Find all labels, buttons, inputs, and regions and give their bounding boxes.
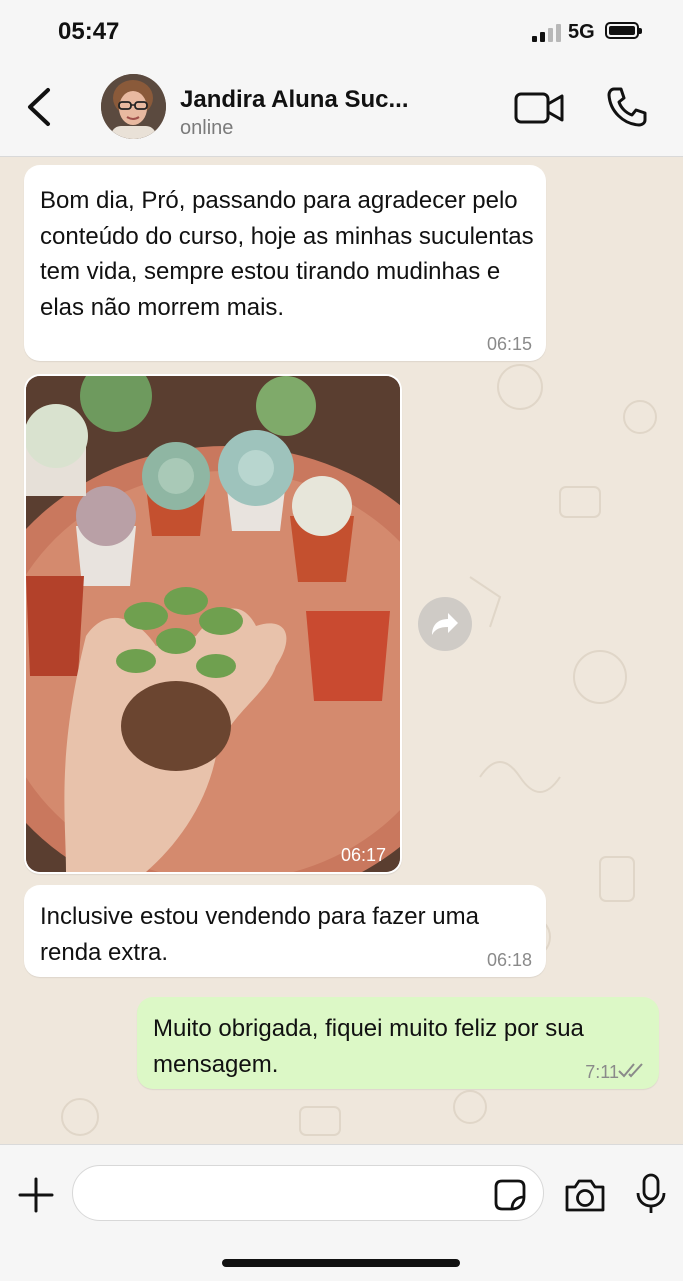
- message-text: Inclusive estou vendendo para fazer uma …: [40, 903, 479, 966]
- chat-area[interactable]: Bom dia, Pró, passando para agradecer pe…: [0, 157, 683, 1144]
- phone-icon: [607, 87, 647, 127]
- message-input-bar: [0, 1144, 683, 1281]
- video-camera-icon: [514, 92, 564, 124]
- attach-button[interactable]: [16, 1175, 56, 1215]
- message-time: 7:11: [585, 1062, 619, 1082]
- camera-icon: [565, 1179, 605, 1212]
- message-input[interactable]: [72, 1165, 544, 1221]
- message-text: Bom dia, Pró, passando para agradecer pe…: [40, 187, 534, 321]
- message-bubble-outgoing[interactable]: Muito obrigada, fiquei muito feliz por s…: [137, 997, 659, 1089]
- status-time: 05:47: [58, 18, 120, 45]
- message-time: 06:18: [486, 950, 532, 970]
- image-message[interactable]: 06:17: [24, 374, 402, 874]
- succulent-photo-illustration: [26, 376, 400, 872]
- microphone-icon: [636, 1173, 666, 1213]
- avatar-photo: [101, 74, 166, 139]
- sticker-icon: [494, 1179, 526, 1211]
- video-call-button[interactable]: [512, 88, 566, 128]
- chat-header: Jandira Aluna Suc... online: [0, 62, 683, 157]
- home-indicator[interactable]: [222, 1259, 460, 1267]
- camera-button[interactable]: [562, 1175, 608, 1215]
- battery-icon: [605, 22, 642, 39]
- double-check-icon: [618, 1063, 643, 1078]
- chevron-left-icon: [28, 88, 50, 126]
- message-bubble-incoming[interactable]: Bom dia, Pró, passando para agradecer pe…: [24, 165, 546, 361]
- status-bar: 05:47 5G: [0, 0, 683, 62]
- message-time: 06:17: [340, 845, 386, 865]
- sticker-button[interactable]: [490, 1175, 530, 1215]
- forward-arrow-icon: [432, 613, 458, 635]
- avatar[interactable]: [101, 74, 166, 139]
- succulent-photo[interactable]: [26, 376, 400, 872]
- plus-icon: [18, 1177, 54, 1213]
- contact-name[interactable]: Jandira Aluna Suc...: [180, 86, 409, 114]
- message-text: Muito obrigada, fiquei muito feliz por s…: [153, 1015, 584, 1078]
- signal-strength-icon: [532, 22, 562, 42]
- voice-call-button[interactable]: [604, 84, 650, 130]
- contact-status: online: [180, 117, 234, 139]
- network-type: 5G: [568, 21, 595, 43]
- forward-button[interactable]: [418, 597, 472, 651]
- message-time: 06:15: [486, 334, 532, 354]
- message-bubble-incoming[interactable]: Inclusive estou vendendo para fazer uma …: [24, 885, 546, 977]
- back-button[interactable]: [20, 82, 60, 132]
- voice-message-button[interactable]: [634, 1171, 668, 1217]
